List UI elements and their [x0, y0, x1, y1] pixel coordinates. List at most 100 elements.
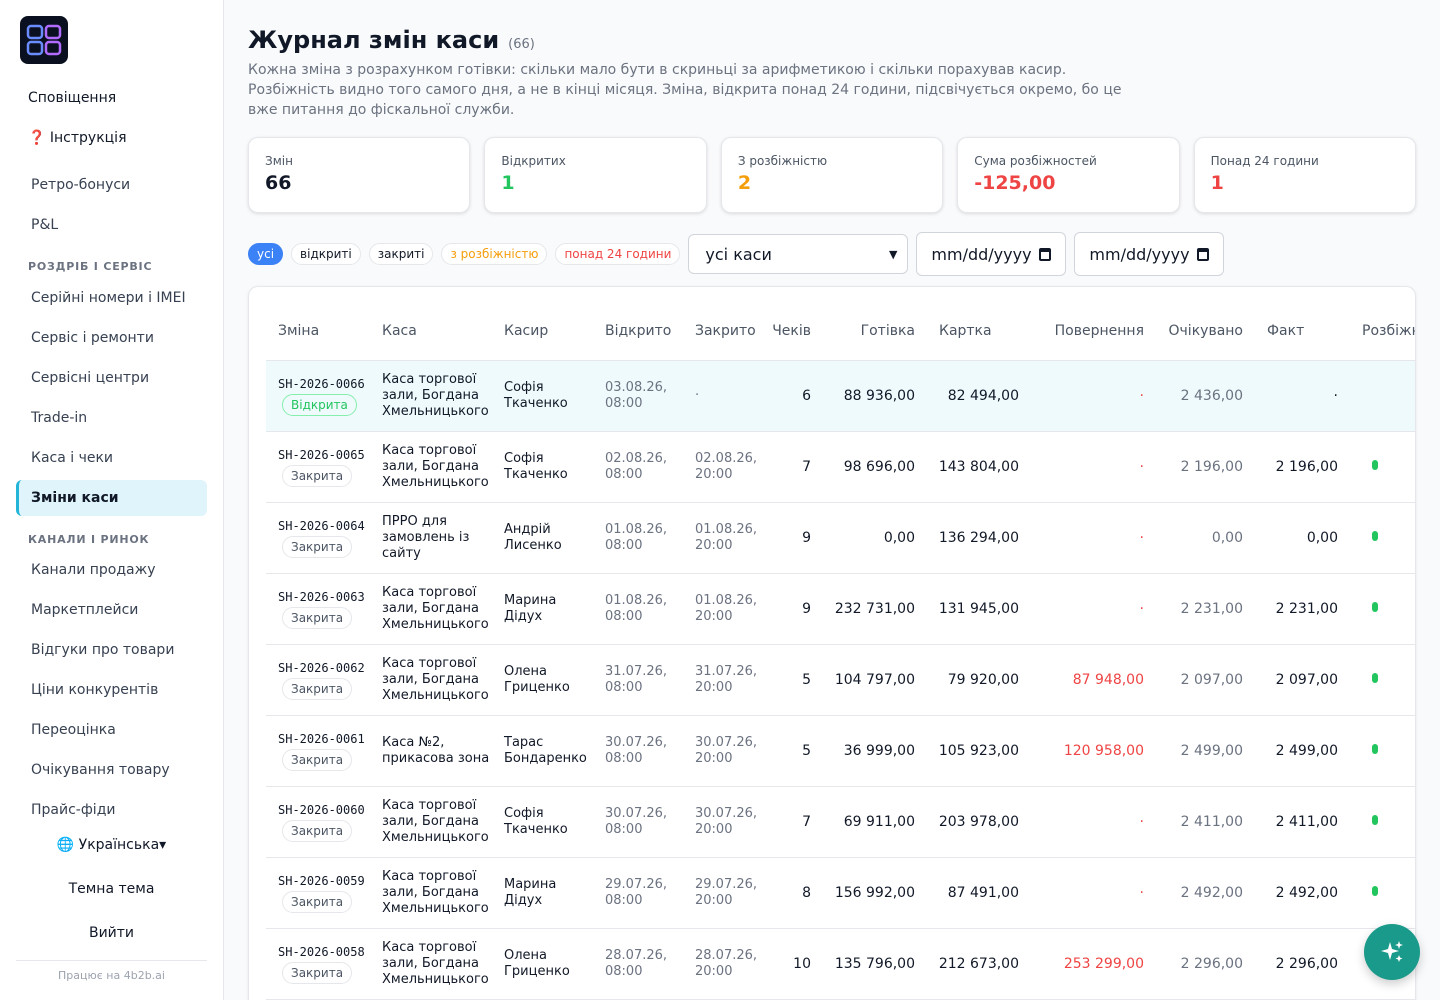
shift-code[interactable]: SH-2026-0059	[278, 873, 370, 889]
nav-retro-bonuses[interactable]: Ретро-бонуси	[16, 167, 207, 203]
cell-cash: 0,00	[823, 502, 927, 574]
kpi-card-shifts: Змін 66	[248, 137, 471, 213]
kpi-value: 1	[1210, 172, 1224, 194]
nav-competitor-prices[interactable]: Ціни конкурентів	[16, 672, 207, 708]
cell-checks: 7	[768, 431, 823, 503]
table-row[interactable]: SH-2026-0063 Закрита Каса торгової зали, Б…	[266, 573, 1415, 645]
cell-checks: 7	[768, 786, 823, 858]
cell-cashier: Тарас Бондаренко	[492, 715, 593, 787]
cell-cashier: Марина Дідух	[492, 857, 593, 929]
nav-trade-in[interactable]: Trade-in	[16, 400, 207, 436]
cell-discrepancy	[1350, 857, 1415, 929]
register-select[interactable]: усі каси ▼	[688, 234, 909, 274]
discrepancy-ok-icon	[1372, 530, 1378, 541]
nav-pnl[interactable]: P&L	[16, 207, 207, 243]
table-row[interactable]: SH-2026-0058 Закрита Каса торгової зали, Б…	[266, 928, 1415, 1000]
logout-button[interactable]: Вийти	[16, 925, 207, 941]
cell-refunds: ·	[1031, 573, 1156, 645]
table-row[interactable]: SH-2026-0065 Закрита Каса торгової зали, Б…	[266, 431, 1415, 503]
shift-code[interactable]: SH-2026-0061	[278, 731, 370, 747]
date-from-input[interactable]: mm/dd/yyyy	[916, 232, 1067, 276]
table-row[interactable]: SH-2026-0061 Закрита Каса №2, прикасова зо…	[266, 715, 1415, 787]
cell-card: 203 978,00	[927, 786, 1031, 858]
discrepancy-ok-icon	[1372, 885, 1378, 896]
cell-closed: 28.07.26, 20:00	[683, 928, 768, 1000]
table-row[interactable]: SH-2026-0062 Закрита Каса торгової зали, Б…	[266, 644, 1415, 716]
language-select[interactable]: 🌐 Українська▾	[16, 837, 207, 853]
nav-product-reviews[interactable]: Відгуки про товари	[16, 632, 207, 668]
cell-cashier: Софія Ткаченко	[492, 360, 593, 432]
col-header-opened[interactable]: Відкрито	[593, 287, 683, 361]
col-header-card[interactable]: Картка	[927, 287, 1031, 361]
col-header-register[interactable]: Каса	[370, 287, 492, 361]
nav-cash-shifts[interactable]: Зміни каси	[16, 480, 207, 516]
cell-shift: SH-2026-0060 Закрита	[266, 786, 370, 858]
nav-cash-receipts[interactable]: Каса і чеки	[16, 440, 207, 476]
col-header-cash[interactable]: Готівка	[823, 287, 927, 361]
sparkles-icon	[1381, 941, 1403, 962]
kpi-label: З розбіжністю	[737, 154, 828, 168]
date-to-input[interactable]: mm/dd/yyyy	[1074, 232, 1225, 276]
shift-code[interactable]: SH-2026-0058	[278, 944, 370, 960]
nav-notifications[interactable]: Сповіщення	[16, 80, 207, 116]
table-row[interactable]: SH-2026-0066 Відкрита Каса торгової зали, …	[266, 360, 1415, 432]
powered-by[interactable]: Працює на 4b2b.ai	[16, 969, 207, 982]
nav-price-feeds[interactable]: Прайс-фіди	[16, 792, 207, 828]
shift-code[interactable]: SH-2026-0064	[278, 518, 370, 534]
cell-cashier: Софія Ткаченко	[492, 786, 593, 858]
shifts-table: Зміна Каса Касир Відкрито Закрито Чеків …	[266, 287, 1415, 1000]
cell-checks: 10	[768, 928, 823, 1000]
kpi-label: Змін	[265, 154, 293, 168]
cell-opened: 01.08.26, 08:00	[593, 573, 683, 645]
cell-refunds: ·	[1031, 786, 1156, 858]
filter-chip-closed[interactable]: закриті	[368, 243, 434, 265]
shift-code[interactable]: SH-2026-0063	[278, 589, 370, 605]
table-row[interactable]: SH-2026-0059 Закрита Каса торгової зали, Б…	[266, 857, 1415, 929]
shift-code[interactable]: SH-2026-0065	[278, 447, 370, 463]
cell-register: Каса торгової зали, Богдана Хмельницьког…	[370, 644, 492, 716]
filter-chip-all[interactable]: усі	[248, 243, 284, 265]
cell-checks: 5	[768, 644, 823, 716]
kpi-value: 1	[501, 172, 515, 194]
col-header-checks[interactable]: Чеків	[768, 287, 823, 361]
shift-code[interactable]: SH-2026-0066	[278, 376, 370, 392]
filter-chip-open[interactable]: відкриті	[291, 243, 361, 265]
nav-awaiting-goods[interactable]: Очікування товару	[16, 752, 207, 788]
ai-assistant-button[interactable]	[1364, 924, 1420, 980]
cell-checks: 9	[768, 573, 823, 645]
app-logo[interactable]	[20, 16, 68, 64]
col-header-actual[interactable]: Факт	[1255, 287, 1350, 361]
nav-service-repairs[interactable]: Сервіс і ремонти	[16, 320, 207, 356]
col-header-closed[interactable]: Закрито	[683, 287, 768, 361]
shift-code[interactable]: SH-2026-0060	[278, 802, 370, 818]
cell-register: Каса торгової зали, Богдана Хмельницьког…	[370, 928, 492, 1000]
col-header-cashier[interactable]: Касир	[492, 287, 593, 361]
sidebar: Сповіщення ❓ Інструкція Ретро-бонуси P&L…	[0, 0, 224, 1000]
col-header-expected[interactable]: Очікувано	[1156, 287, 1255, 361]
dark-theme-button[interactable]: Темна тема	[16, 881, 207, 897]
table-row[interactable]: SH-2026-0064 Закрита ПРРО для замовлень із…	[266, 502, 1415, 574]
cell-refunds: ·	[1031, 431, 1156, 503]
table-row[interactable]: SH-2026-0060 Закрита Каса торгової зали, Б…	[266, 786, 1415, 858]
cell-refunds: 120 958,00	[1031, 715, 1156, 787]
filter-chip-over-24h[interactable]: понад 24 години	[555, 243, 681, 265]
nav-instructions[interactable]: ❓ Інструкція	[16, 120, 207, 156]
nav-marketplaces[interactable]: Маркетплейси	[16, 592, 207, 628]
col-header-refunds[interactable]: Повернення	[1031, 287, 1156, 361]
nav-serial-numbers[interactable]: Серійні номери і IMEI	[16, 280, 207, 316]
nav-sales-channels[interactable]: Канали продажу	[16, 552, 207, 588]
col-header-shift[interactable]: Зміна	[266, 287, 370, 361]
col-header-discrepancy[interactable]: Розбіжн	[1350, 287, 1415, 361]
cell-expected: 0,00	[1156, 502, 1255, 574]
cell-actual: 2 499,00	[1255, 715, 1350, 787]
nav-service-centers[interactable]: Сервісні центри	[16, 360, 207, 396]
discrepancy-ok-icon	[1372, 814, 1378, 825]
filter-bar: усі відкриті закриті з розбіжністю понад…	[248, 232, 1225, 276]
cell-opened: 31.07.26, 08:00	[593, 644, 683, 716]
kpi-value: -125,00	[974, 172, 1056, 194]
cell-refunds: ·	[1031, 857, 1156, 929]
filter-chip-discrepancy[interactable]: з розбіжністю	[441, 243, 548, 265]
shift-code[interactable]: SH-2026-0062	[278, 660, 370, 676]
cell-discrepancy	[1350, 786, 1415, 858]
nav-repricing[interactable]: Переоцінка	[16, 712, 207, 748]
